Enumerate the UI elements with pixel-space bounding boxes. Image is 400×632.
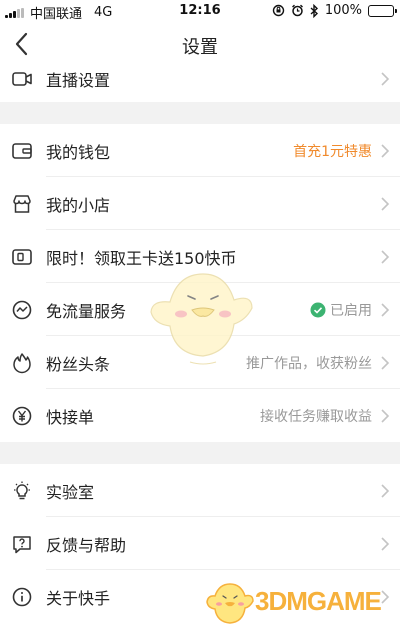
free-data-status: 已启用: [310, 300, 372, 320]
chevron-right-icon: [381, 536, 390, 551]
fans-headline-hint: 推广作品，收获粉丝: [246, 355, 372, 372]
watermark-text: 3DMGAME: [255, 586, 382, 616]
row-label: 限时！领取王卡送150快币: [46, 248, 237, 268]
settings-row-shop[interactable]: 我的小店: [0, 177, 400, 230]
row-label: 免流量服务: [46, 301, 127, 321]
settings-row-lab[interactable]: 实验室: [0, 464, 400, 517]
flame-icon: [10, 351, 34, 375]
rotation-lock-icon: [272, 4, 285, 17]
status-bar: 中国联通 4G 12:16 100%: [0, 0, 400, 22]
chevron-right-icon: [381, 249, 390, 264]
chevron-right-icon: [381, 355, 390, 370]
mascot-illustration: [150, 273, 253, 365]
check-circle-icon: [310, 302, 326, 317]
settings-row-wallet[interactable]: 我的钱包 首充1元特惠: [0, 124, 400, 177]
row-label: 粉丝头条: [46, 354, 111, 374]
chevron-right-icon: [381, 71, 390, 86]
lightbulb-icon: [10, 479, 34, 503]
shop-icon: [10, 192, 34, 216]
status-right: 100%: [272, 3, 397, 18]
chevron-right-icon: [381, 143, 390, 158]
bluetooth-icon: [310, 3, 318, 18]
quick-order-hint: 接收任务赚取收益: [260, 408, 372, 425]
question-bubble-icon: [10, 532, 34, 556]
battery-percent: 100%: [324, 3, 362, 18]
row-label: 我的钱包: [46, 142, 111, 162]
watermark-mascot-logo: [206, 583, 254, 624]
info-icon: [10, 585, 34, 609]
wallet-icon: [10, 139, 34, 163]
row-label: 关于快手: [46, 588, 111, 608]
video-camera-icon: [10, 67, 34, 91]
data-flow-icon: [10, 298, 34, 322]
row-label: 实验室: [46, 482, 95, 502]
wallet-promo-text: 首充1元特惠: [293, 143, 372, 160]
yen-coin-icon: [10, 404, 34, 428]
chevron-right-icon: [381, 483, 390, 498]
watermark: 3DMGAME: [205, 578, 400, 628]
sim-card-icon: [10, 245, 34, 269]
row-label: 直播设置: [46, 70, 111, 90]
alarm-icon: [291, 4, 303, 17]
chevron-right-icon: [381, 196, 390, 211]
battery-icon: [368, 4, 397, 17]
chevron-right-icon: [381, 408, 390, 423]
row-label: 快接单: [46, 407, 95, 427]
row-label: 我的小店: [46, 195, 111, 215]
settings-row-live[interactable]: 直播设置: [0, 52, 400, 105]
section-gap: [0, 102, 400, 124]
chevron-right-icon: [381, 302, 390, 317]
row-label: 反馈与帮助: [46, 535, 127, 555]
section-gap: [0, 442, 400, 464]
settings-row-feedback[interactable]: 反馈与帮助: [0, 517, 400, 570]
free-data-status-text: 已启用: [330, 302, 372, 319]
settings-row-quick-order[interactable]: 快接单 接收任务赚取收益: [0, 389, 400, 442]
